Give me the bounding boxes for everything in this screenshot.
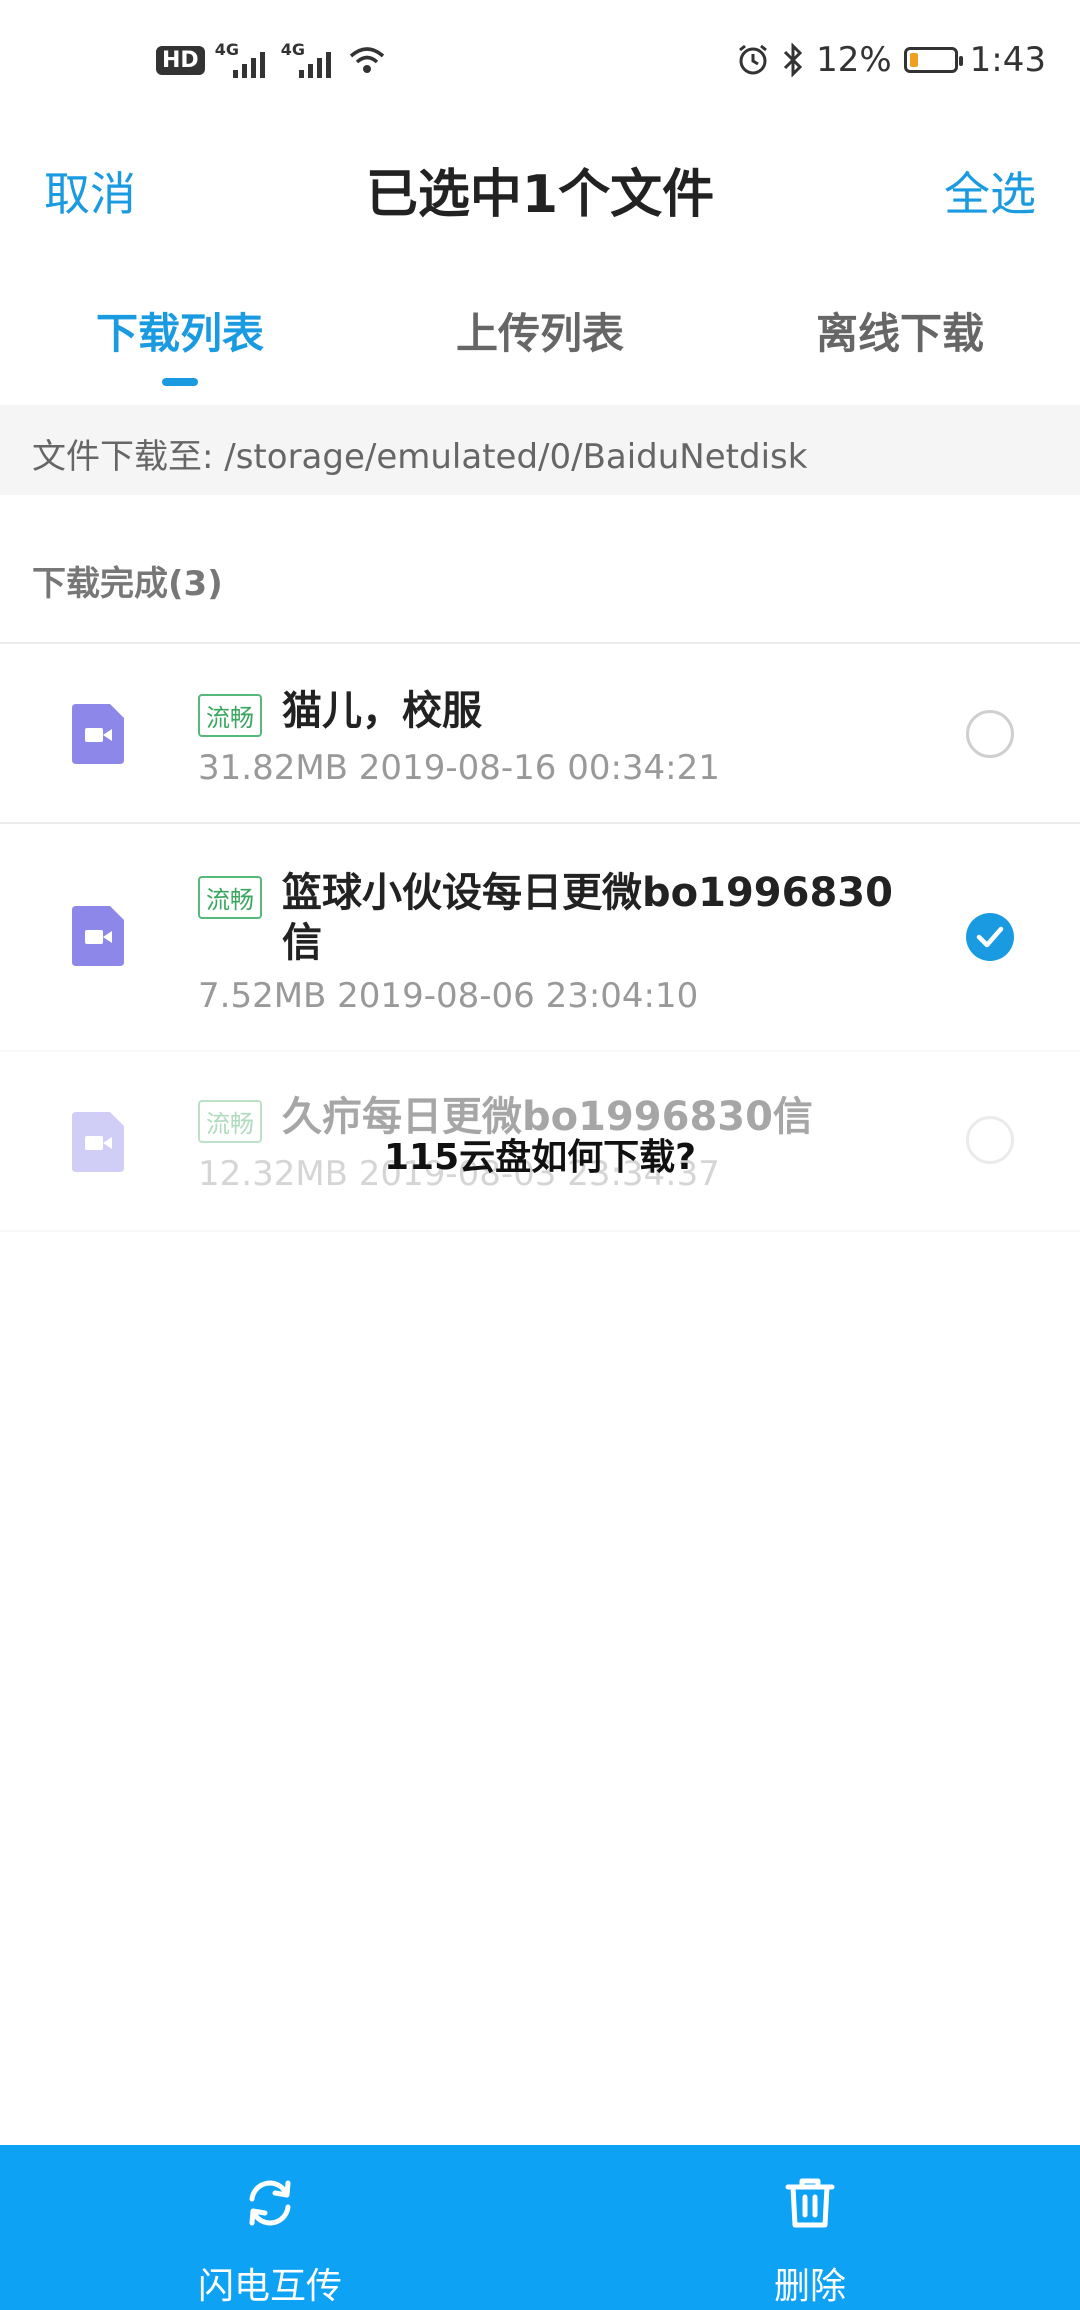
video-file-icon	[72, 906, 124, 966]
quality-badge: 流畅	[198, 694, 262, 737]
status-bar: HD 4G 4G 12% 1:43	[0, 0, 1080, 120]
delete-label: 删除	[773, 2266, 846, 2307]
hd-badge: HD	[156, 45, 205, 75]
tab-bar: 下载列表 上传列表 离线下载	[0, 280, 1080, 400]
flash-transfer-button[interactable]: 闪电互传	[0, 2145, 540, 2310]
tab-offline-download[interactable]: 离线下载	[720, 300, 1080, 361]
file-meta: 31.82MB 2019-08-16 00:34:21	[198, 748, 720, 788]
clock: 1:43	[969, 40, 1046, 80]
delete-button[interactable]: 删除	[540, 2145, 1080, 2310]
quality-badge: 流畅	[198, 876, 262, 919]
list-item[interactable]: 流畅 猫儿，校服 31.82MB 2019-08-16 00:34:21	[0, 642, 1080, 822]
flash-transfer-label: 闪电互传	[197, 2266, 342, 2307]
status-bar-left: HD 4G 4G	[156, 40, 387, 80]
status-bar-right: 12% 1:43	[736, 40, 1046, 80]
alarm-icon	[739, 44, 767, 75]
list-item[interactable]: 流畅 篮球小伙设每日更微bo1996830信 7.52MB 2019-08-06…	[0, 822, 1080, 1050]
download-path-bar: 文件下载至: /storage/emulated/0/BaiduNetdisk	[0, 405, 1080, 495]
tab-upload-list[interactable]: 上传列表	[360, 300, 720, 361]
bottom-action-bar: 闪电互传 删除	[0, 2145, 1080, 2310]
select-radio-checked[interactable]	[966, 913, 1014, 961]
download-path: 文件下载至: /storage/emulated/0/BaiduNetdisk	[32, 437, 808, 477]
page-title: 已选中1个文件	[365, 165, 715, 225]
select-radio[interactable]	[966, 710, 1014, 758]
select-all-button[interactable]: 全选	[944, 158, 1036, 224]
battery-icon	[903, 47, 963, 73]
watermark-caption: 115云盘如何下载?	[383, 1137, 697, 1178]
bluetooth-icon	[784, 43, 803, 77]
video-file-icon	[72, 704, 124, 764]
trash-icon	[785, 2178, 835, 2228]
file-name: 猫儿，校服	[282, 688, 482, 734]
signal-icon: 4G	[215, 40, 271, 80]
file-meta: 7.52MB 2019-08-06 23:04:10	[198, 976, 699, 1016]
tab-download-list[interactable]: 下载列表	[0, 300, 360, 361]
header: 取消 已选中1个文件 全选	[0, 120, 1080, 250]
battery-percent: 12%	[816, 40, 892, 80]
tab-indicator	[162, 378, 198, 386]
file-name: 篮球小伙设每日更微bo1996830信	[282, 870, 893, 966]
refresh-transfer-icon	[249, 2180, 291, 2226]
section-title: 下载完成(3)	[32, 564, 223, 604]
wifi-icon	[349, 47, 384, 73]
signal-icon-2: 4G	[281, 40, 337, 80]
checkmark-icon	[976, 926, 1004, 948]
